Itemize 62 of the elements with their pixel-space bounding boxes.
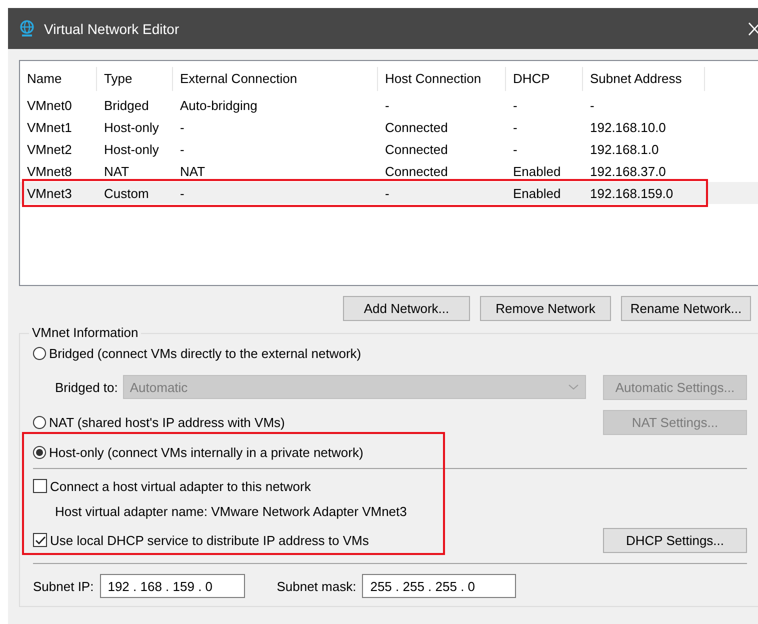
table-cell-text: VMnet0 <box>26 98 73 112</box>
column-header[interactable]: DHCP <box>506 67 583 91</box>
subnet-mask-field[interactable]: 255 . 255 . 255 . 0 <box>362 574 516 598</box>
subnet-mask-label: Subnet mask: <box>276 578 356 594</box>
table-cell-text: NAT <box>179 164 206 178</box>
globe-icon <box>19 20 35 37</box>
list-button[interactable]: Rename Network... <box>621 296 751 321</box>
table-cell-text: NAT <box>103 164 130 178</box>
column-header[interactable]: Host Connection <box>378 67 506 91</box>
table-cell-text: VMnet8 <box>26 164 73 178</box>
table-cell-text: Bridged <box>103 98 150 112</box>
group-title: VMnet Information <box>29 325 142 340</box>
table-cell-text: VMnet1 <box>26 120 73 134</box>
table-cell-text: - <box>179 186 186 200</box>
list-button[interactable]: Add Network... <box>343 296 470 321</box>
table-cell-text: - <box>384 186 390 200</box>
adapter-name-text: Host virtual adapter name: VMware Network Adapter VMnet3 <box>54 504 407 518</box>
checkmark-icon <box>34 536 46 544</box>
table-cell-text: Connected <box>384 164 449 178</box>
connect-adapter-checkbox[interactable]: Connect a host virtual adapter to this network <box>33 478 311 494</box>
table-cell-text: - <box>589 98 596 112</box>
chevron-icon <box>568 384 579 390</box>
bridged-to-label: Bridged to: <box>54 380 118 394</box>
use-dhcp-checkbox[interactable]: Use local DHCP service to distribute IP address to VMs <box>33 532 369 548</box>
network-row[interactable]: VMnet8 NAT NAT Connected Enabled 192.168.37.0 <box>20 160 758 182</box>
table-cell-text: 192.168.37.0 <box>589 164 667 178</box>
network-row[interactable]: VMnet3 Custom - - Enabled 192.168.159.0 <box>20 182 758 204</box>
table-cell-text: - <box>179 142 186 156</box>
table-cell-text: Connected <box>384 120 449 134</box>
table-cell-text: VMnet3 <box>26 186 73 200</box>
bridged-radio[interactable]: Bridged (connect VMs directly to the external network) <box>33 346 362 360</box>
table-cell-text: Host-only <box>103 120 160 134</box>
dhcp-settings-button[interactable]: DHCP Settings... <box>603 528 747 552</box>
column-header[interactable]: Name <box>20 67 97 91</box>
table-cell-text: 192.168.10.0 <box>589 120 667 134</box>
table-cell-text: Custom <box>103 186 150 200</box>
table-cell-text: Enabled <box>512 164 562 178</box>
column-header[interactable]: Type <box>97 67 173 91</box>
network-row[interactable]: VMnet2 Host-only - Connected - 192.168.1.0 <box>20 138 758 160</box>
window-title: Virtual Network Editor <box>44 20 180 36</box>
subnet-ip-label: Subnet IP: <box>33 578 94 594</box>
table-cell-text: VMnet2 <box>26 142 73 156</box>
network-row[interactable]: VMnet0 Bridged Auto-bridging - - - <box>20 94 758 116</box>
host-only-radio[interactable]: Host-only (connect VMs internally in a private network) <box>33 444 364 460</box>
network-row[interactable]: VMnet1 Host-only - Connected - 192.168.10.0 <box>20 116 758 138</box>
table-cell-text: Host-only <box>103 142 160 156</box>
table-cell-text: Enabled <box>512 186 562 200</box>
table-cell-text: - <box>512 98 518 112</box>
table-cell-text: Auto-bridging <box>179 98 258 112</box>
table-cell-text: - <box>512 120 518 134</box>
table-cell-text: - <box>179 120 186 134</box>
nat-radio[interactable]: NAT (shared host's IP address with VMs) <box>33 414 285 430</box>
list-button[interactable]: Remove Network <box>480 296 611 321</box>
column-header[interactable]: External Connection <box>173 67 378 91</box>
table-cell-text: - <box>512 142 518 156</box>
table-cell-text: 192.168.1.0 <box>589 142 660 156</box>
close-icon[interactable] <box>748 22 758 36</box>
table-cell-text: - <box>384 98 390 112</box>
column-header[interactable]: Subnet Address <box>583 67 705 91</box>
subnet-ip-field[interactable]: 192 . 168 . 159 . 0 <box>100 574 245 598</box>
table-cell-text: Connected <box>384 142 449 156</box>
table-cell-text: 192.168.159.0 <box>589 186 674 200</box>
